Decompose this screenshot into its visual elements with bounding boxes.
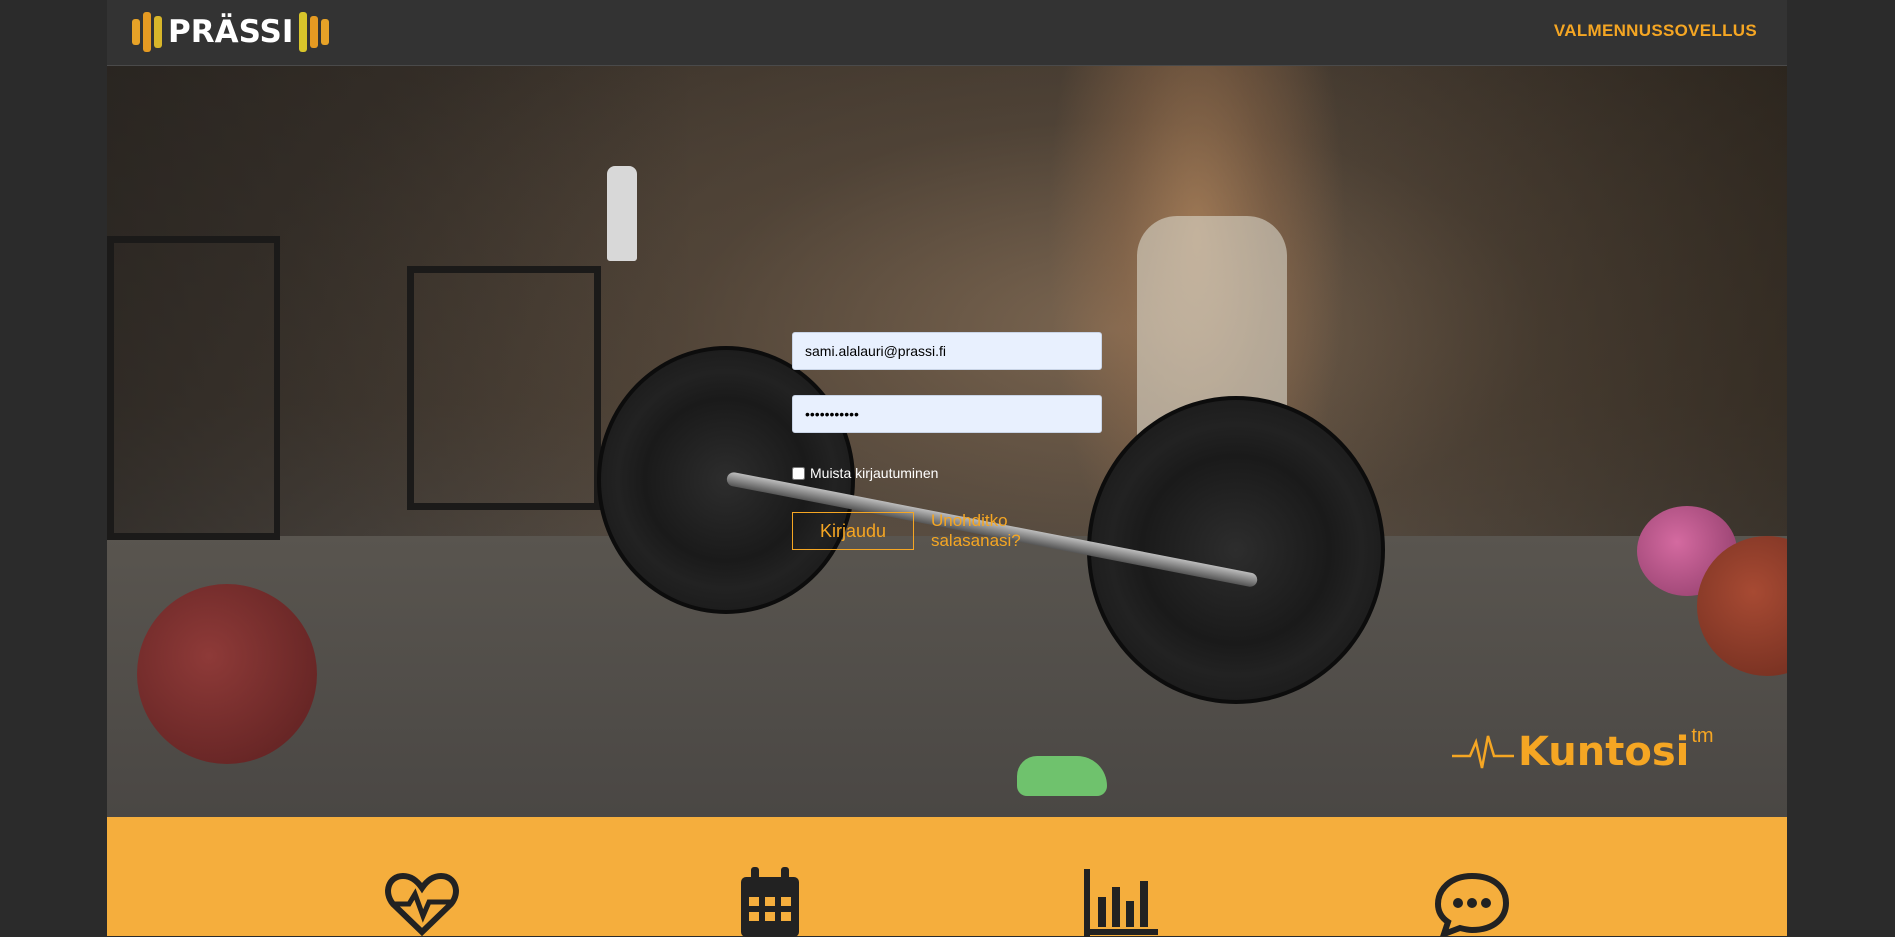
water-bottle [607, 166, 637, 261]
logo-bars-right-icon [299, 12, 330, 52]
password-input[interactable] [792, 395, 1102, 433]
slam-ball [137, 584, 317, 764]
remember-me[interactable]: Muista kirjautuminen [792, 465, 1102, 481]
features-section [107, 817, 1787, 937]
calendar-icon [741, 867, 799, 937]
heart-pulse-icon [385, 872, 459, 936]
plyo-box-right [407, 266, 601, 510]
chat-bubble-icon [1434, 872, 1510, 936]
kuntosi-brand: Kuntosi tm [1452, 725, 1714, 775]
heartbeat-line-icon [1452, 735, 1514, 769]
logo[interactable]: PRÄSSI [132, 10, 330, 54]
logo-bars-left-icon [132, 12, 162, 52]
logo-text: PRÄSSI [168, 14, 294, 50]
page: PRÄSSI VALMENNUSSOVELLUS Muis [107, 0, 1787, 937]
remember-label: Muista kirjautuminen [810, 465, 939, 481]
brand-tm: tm [1691, 725, 1714, 747]
brand-wordmark: Kuntosi [1518, 729, 1690, 775]
top-bar: PRÄSSI VALMENNUSSOVELLUS [107, 0, 1787, 66]
login-button[interactable]: Kirjaudu [792, 512, 914, 550]
shoe [1017, 756, 1107, 796]
plyo-box-left [107, 236, 280, 540]
login-form: Muista kirjautuminen Kirjaudu Unohditko … [792, 332, 1102, 551]
forgot-password-link[interactable]: Unohditko salasanasi? [931, 511, 1102, 551]
nav-link-valmennussovellus[interactable]: VALMENNUSSOVELLUS [1554, 21, 1757, 41]
remember-checkbox[interactable] [792, 466, 805, 480]
email-input[interactable] [792, 332, 1102, 370]
bar-chart-icon [1084, 869, 1158, 937]
login-actions: Kirjaudu Unohditko salasanasi? [792, 511, 1102, 551]
hero-image: Muista kirjautuminen Kirjaudu Unohditko … [107, 66, 1787, 817]
